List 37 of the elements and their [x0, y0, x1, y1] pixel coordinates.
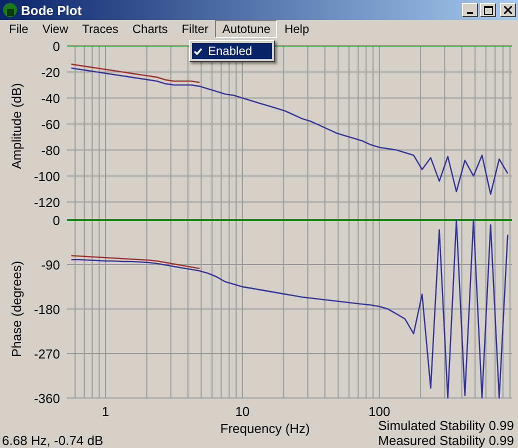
app-icon — [2, 2, 18, 18]
maximize-icon — [484, 6, 492, 14]
menu-item[interactable]: View — [35, 20, 76, 38]
minimize-icon — [467, 12, 473, 14]
stability-text: Measured Stability 0.99 — [378, 433, 514, 448]
menu-item[interactable]: Help — [277, 20, 316, 38]
y-tick-label: -80 — [41, 143, 60, 158]
x-axis-label: Frequency (Hz) — [219, 421, 311, 438]
y-tick-label: -60 — [41, 117, 60, 132]
maximize-button[interactable] — [480, 3, 496, 17]
minimize-button[interactable] — [462, 3, 478, 17]
stability-text: Simulated Stability 0.99 — [378, 418, 514, 433]
y-axis-label: Phase (degrees) — [9, 260, 24, 358]
menu-item[interactable]: File — [2, 20, 36, 38]
y-tick-label: -40 — [41, 91, 60, 106]
y-tick-label: -20 — [41, 65, 60, 80]
close-button[interactable] — [500, 3, 516, 17]
y-tick-label: -90 — [41, 258, 60, 272]
menu-item[interactable]: Traces — [75, 20, 126, 38]
menu-item[interactable]: Filter — [174, 20, 216, 38]
y-tick-label: -100 — [34, 169, 60, 184]
y-tick-label: -180 — [34, 302, 60, 317]
y-tick-label: -120 — [34, 195, 60, 210]
menu-option[interactable]: Enabled — [192, 43, 272, 59]
y-tick-label: -270 — [34, 346, 60, 362]
window-title: Bode Plot — [21, 2, 82, 18]
y-tick-label: 0 — [52, 213, 60, 228]
y-axis-label: Amplitude (dB) — [9, 83, 24, 169]
menu-item[interactable]: Autotune — [215, 20, 278, 38]
y-tick-label: 0 — [52, 39, 60, 54]
menu-item[interactable]: Charts — [125, 20, 175, 38]
close-icon — [504, 6, 512, 14]
x-tick-label: 100 — [368, 404, 390, 419]
cursor-readout: 6.68 Hz, -0.74 dB — [2, 433, 104, 448]
y-tick-label: -360 — [34, 391, 60, 406]
x-tick-label: 1 — [102, 404, 110, 419]
x-tick-label: 10 — [235, 404, 250, 419]
